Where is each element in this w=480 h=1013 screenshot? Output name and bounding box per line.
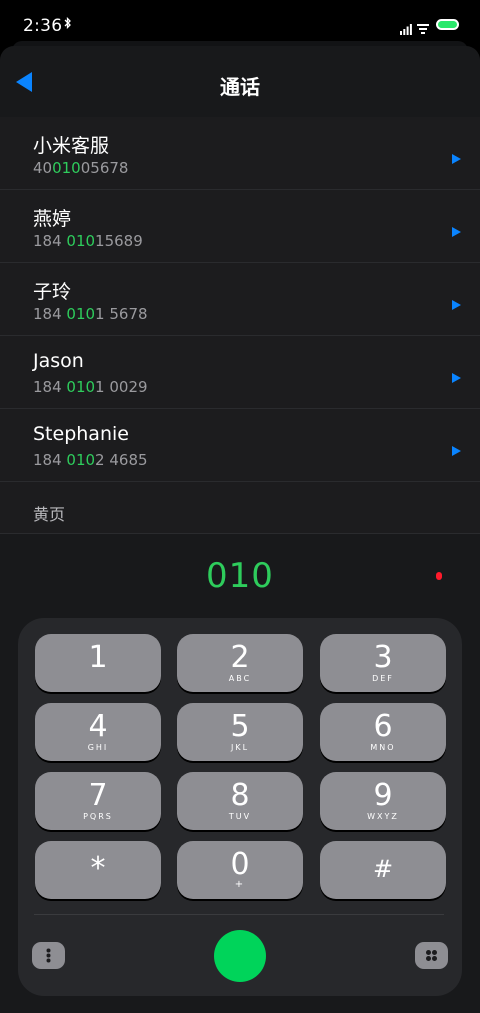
key-7[interactable]: 7 PQRS — [35, 772, 161, 830]
key-letters: JKL — [230, 743, 250, 752]
key-letters: TUV — [228, 812, 252, 821]
key-digit: 1 — [88, 640, 108, 675]
key-0[interactable]: 0 + — [177, 841, 303, 899]
play-icon[interactable] — [452, 222, 461, 237]
key-digit: 2 — [230, 640, 250, 675]
key-letters: GHI — [87, 743, 109, 752]
grid-icon — [426, 950, 437, 961]
key-letters: MNO — [370, 743, 396, 752]
contact-number: 184 0102 4685 — [33, 451, 148, 469]
key-digit: 4 — [88, 709, 108, 744]
contact-number: 184 01015689 — [33, 232, 143, 250]
key-digit: 6 — [373, 709, 393, 744]
play-icon[interactable] — [452, 295, 461, 310]
grid-button[interactable] — [415, 942, 448, 969]
contact-item[interactable]: 子玲 184 0101 5678 — [0, 263, 480, 336]
contact-item[interactable]: Stephanie 184 0102 4685 — [0, 409, 480, 482]
divider — [34, 914, 444, 915]
key-hash[interactable]: # — [320, 841, 446, 899]
key-digit: 9 — [373, 778, 393, 813]
play-icon[interactable] — [452, 368, 461, 383]
contact-number: 184 0101 0029 — [33, 378, 148, 396]
key-1[interactable]: 1 — [35, 634, 161, 692]
contact-number: 184 0101 5678 — [33, 305, 148, 323]
key-letters: DEF — [372, 674, 394, 683]
bluetooth-icon — [64, 16, 72, 32]
key-9[interactable]: 9 WXYZ — [320, 772, 446, 830]
key-letters: WXYZ — [367, 812, 399, 821]
key-digit: 3 — [373, 640, 393, 675]
more-vertical-icon — [46, 948, 51, 963]
key-letters: ABC — [228, 674, 252, 683]
key-digit: 5 — [230, 709, 250, 744]
yellow-pages-item[interactable]: 黄页 — [0, 482, 480, 534]
key-star[interactable]: * — [35, 841, 161, 899]
contact-name: Jason — [33, 350, 84, 372]
contact-item[interactable]: 小米客服 4001005678 — [0, 117, 480, 190]
wifi-icon — [417, 20, 429, 34]
key-2[interactable]: 2 ABC — [177, 634, 303, 692]
record-indicator-icon — [436, 572, 442, 580]
key-digit: 7 — [88, 778, 108, 813]
battery-icon — [436, 19, 459, 30]
status-bar: 2:36 — [0, 0, 480, 40]
play-icon[interactable] — [452, 441, 461, 456]
key-4[interactable]: 4 GHI — [35, 703, 161, 761]
status-time: 2:36 — [23, 16, 63, 36]
key-8[interactable]: 8 TUV — [177, 772, 303, 830]
contact-name: 子玲 — [33, 281, 72, 303]
key-5[interactable]: 5 JKL — [177, 703, 303, 761]
page-title: 通话 — [220, 75, 260, 99]
key-letters: + — [234, 879, 246, 890]
key-symbol: * — [90, 851, 106, 886]
contact-item[interactable]: Jason 184 0101 0029 — [0, 336, 480, 409]
key-6[interactable]: 6 MNO — [320, 703, 446, 761]
contact-item[interactable]: 燕婷 184 01015689 — [0, 190, 480, 263]
play-icon[interactable] — [452, 149, 461, 164]
key-letters: PQRS — [83, 812, 113, 821]
key-3[interactable]: 3 DEF — [320, 634, 446, 692]
more-button[interactable] — [32, 942, 65, 969]
contact-number: 4001005678 — [33, 159, 129, 177]
signal-icon — [400, 20, 412, 35]
dialed-number: 010 — [206, 556, 274, 596]
header: 通话 — [0, 46, 480, 118]
key-digit: 8 — [230, 778, 250, 813]
yellow-pages-label: 黄页 — [33, 505, 66, 524]
key-symbol: # — [372, 855, 394, 883]
contact-name: Stephanie — [33, 423, 129, 445]
contact-name: 小米客服 — [33, 135, 110, 157]
call-button[interactable] — [214, 930, 266, 982]
contact-list: 小米客服 4001005678 燕婷 184 01015689 子玲 184 0… — [0, 117, 480, 482]
contact-name: 燕婷 — [33, 208, 72, 230]
key-digit: 0 — [230, 847, 250, 882]
